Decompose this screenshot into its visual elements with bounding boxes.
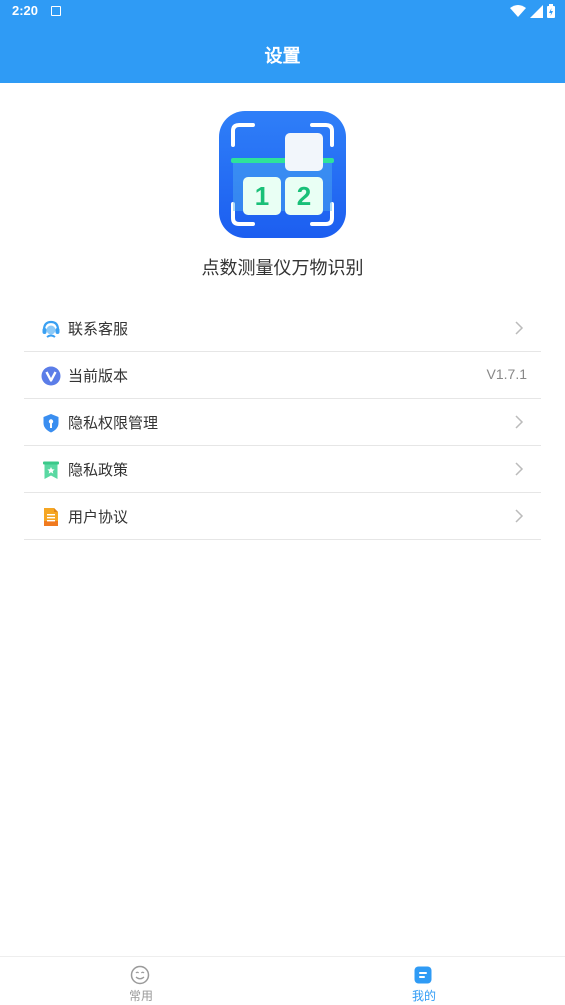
menu-item-label: 隐私权限管理 — [68, 414, 159, 432]
tab-common[interactable]: 常用 — [0, 957, 282, 1005]
menu-item-label: 隐私政策 — [68, 461, 129, 479]
chevron-right-icon — [515, 462, 524, 476]
status-time: 2:20 — [12, 3, 39, 18]
logo-digit-2: 2 — [296, 181, 312, 211]
status-bar: 2:20 — [0, 0, 565, 22]
menu-item-label: 用户协议 — [68, 508, 129, 526]
tab-label: 常用 — [128, 989, 153, 1003]
title-bar: 设置 — [0, 22, 565, 83]
user-agreement-icon — [44, 508, 58, 526]
privacy-shield-icon — [43, 414, 59, 433]
profile-icon — [414, 966, 432, 984]
chevron-right-icon — [515, 509, 524, 523]
tab-label: 我的 — [411, 989, 436, 1003]
notification-icon — [51, 6, 61, 16]
page-title: 设置 — [264, 46, 301, 67]
menu-item-privacy-policy[interactable]: 隐私政策 — [24, 446, 541, 493]
smiley-icon — [130, 965, 150, 985]
bottom-tab-bar: 常用 我的 — [0, 956, 565, 1004]
privacy-policy-icon — [43, 461, 59, 479]
menu-item-contact-service[interactable]: 联系客服 — [24, 305, 541, 352]
menu-item-current-version[interactable]: 当前版本 V1.7.1 — [24, 352, 541, 399]
app-logo-graphic — [231, 123, 334, 226]
logo-digit-1: 1 — [254, 181, 270, 211]
customer-service-icon — [42, 320, 60, 338]
app-name: 点数测量仪万物识别 — [201, 258, 364, 279]
battery-icon — [547, 4, 555, 18]
menu-item-user-agreement[interactable]: 用户协议 — [24, 493, 541, 540]
signal-icon — [530, 4, 543, 18]
version-icon — [41, 366, 61, 386]
tab-mine[interactable]: 我的 — [283, 957, 565, 1005]
version-value: V1.7.1 — [486, 366, 527, 382]
chevron-right-icon — [515, 321, 524, 335]
status-icons — [510, 4, 555, 18]
wifi-icon — [510, 4, 526, 17]
settings-menu: 联系客服 当前版本 V1.7.1 隐私权限管理 隐私政策 用户协议 — [24, 305, 541, 540]
app-logo: 1 2 — [219, 111, 346, 238]
menu-item-label: 联系客服 — [68, 320, 129, 338]
menu-item-privacy-permissions[interactable]: 隐私权限管理 — [24, 399, 541, 446]
menu-item-label: 当前版本 — [68, 367, 129, 385]
chevron-right-icon — [515, 415, 524, 429]
